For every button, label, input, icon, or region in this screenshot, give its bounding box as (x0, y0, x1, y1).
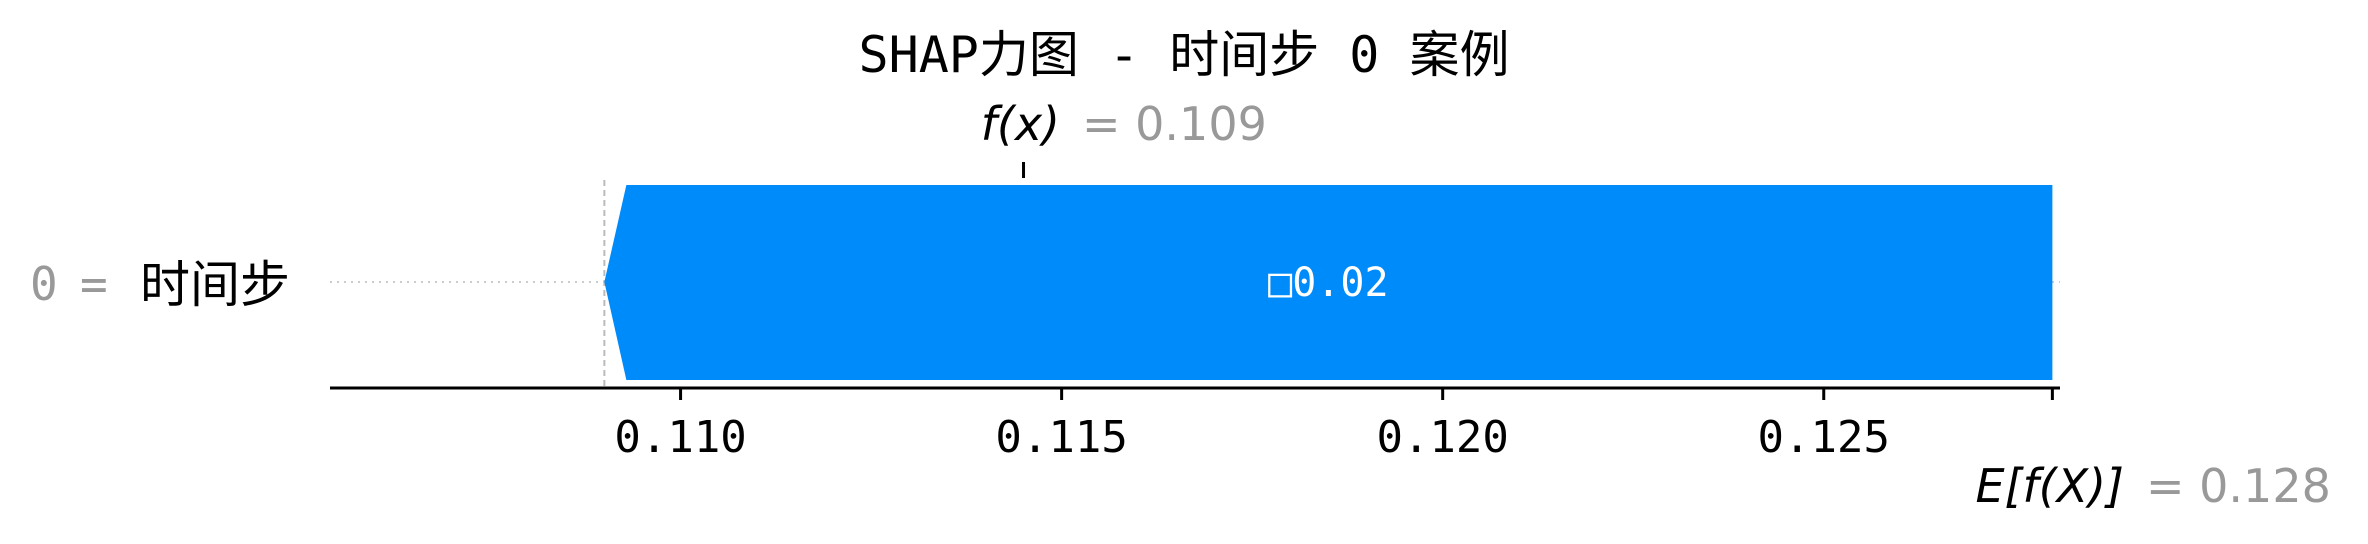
feature-label: 0 = 时间步 (30, 256, 290, 314)
force-bar-label: □0.02 (1268, 260, 1388, 306)
fx-symbol: f(x) (981, 97, 1060, 151)
base-value: = 0.128 (2146, 459, 2331, 513)
base-symbol: E[f(X)] (1975, 459, 2124, 513)
x-tick-label: 0.115 (995, 412, 1127, 463)
shap-force-plot: SHAP力图 - 时间步 0 案例 f(x) = 0.109 □0.02 0 =… (30, 26, 2331, 513)
chart-title: SHAP力图 - 时间步 0 案例 (858, 26, 1509, 84)
fx-value: = 0.109 (1082, 97, 1267, 151)
base-value-label: E[f(X)] = 0.128 (1975, 459, 2330, 513)
feature-value: 0 (30, 257, 58, 311)
x-axis-ticks: 0.110 0.115 0.120 0.125 (614, 388, 2054, 463)
fx-label: f(x) = 0.109 (981, 97, 1267, 151)
x-tick-label: 0.110 (614, 412, 746, 463)
x-tick-label: 0.125 (1758, 412, 1890, 463)
feature-name: 时间步 (140, 256, 290, 314)
feature-eq: = (80, 257, 108, 311)
x-tick-label: 0.120 (1376, 412, 1508, 463)
